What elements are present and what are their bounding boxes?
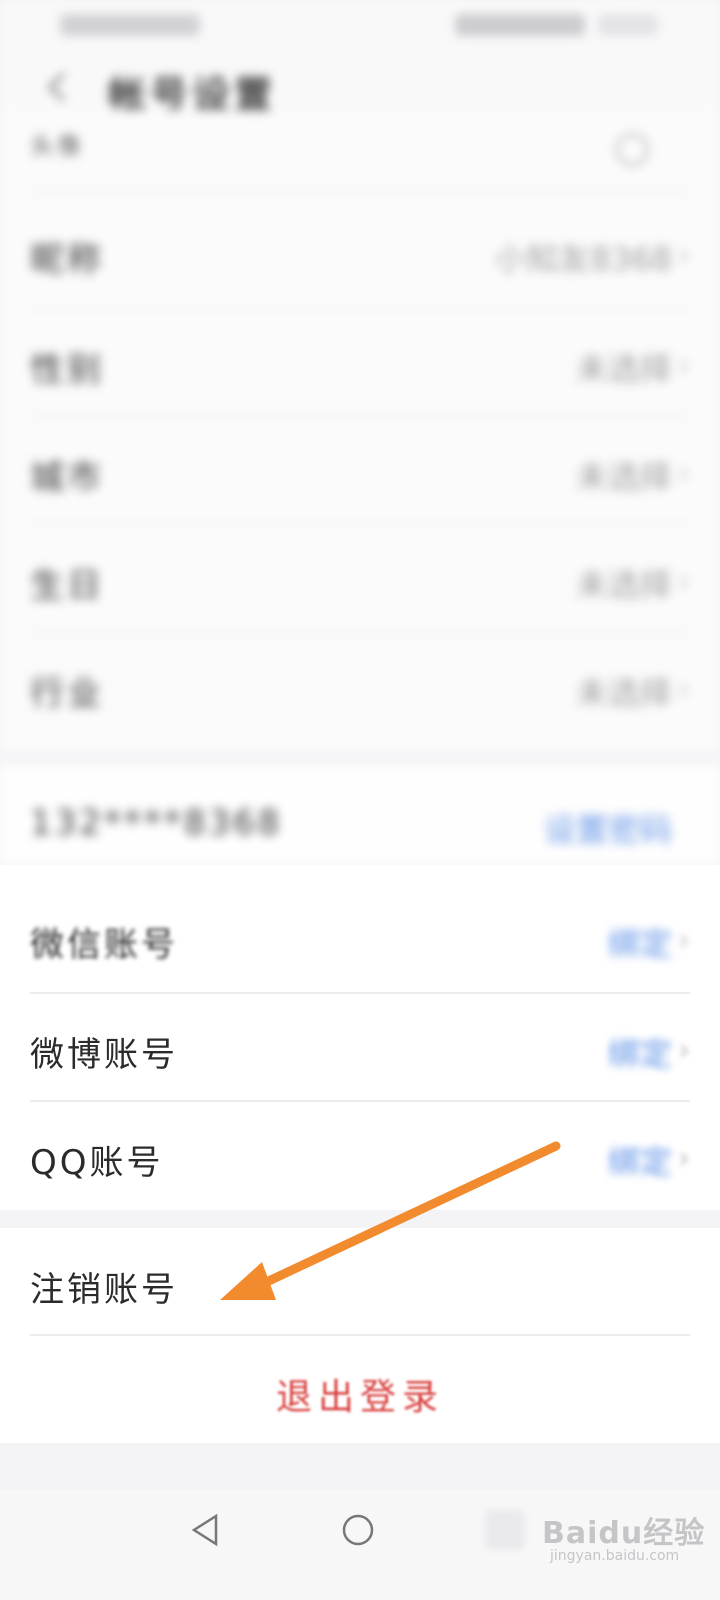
watermark: Baidu经验 jingyan.baidu.com	[542, 1508, 712, 1568]
row-value: 未选择	[575, 674, 672, 712]
row-value: 小知友8368	[494, 240, 672, 278]
divider	[30, 1334, 690, 1336]
divider	[30, 415, 690, 417]
profile-row-birthday[interactable]: 生日 未选择 ›	[30, 558, 690, 608]
chevron-right-icon: ›	[678, 456, 690, 491]
avatar: ◯	[614, 128, 650, 166]
profile-card: 头像 ◯ 昵称 小知友8368 › 性别 未选择 › 城市 未选择 › 生日 未…	[0, 110, 720, 750]
row-label: 生日	[30, 566, 104, 606]
divider	[30, 630, 690, 632]
watermark-url: jingyan.baidu.com	[550, 1548, 680, 1564]
set-password-link[interactable]: 设置密码	[544, 805, 672, 851]
row-label: QQ账号	[30, 1143, 164, 1183]
cancel-account-label: 注销账号	[30, 1270, 178, 1310]
profile-row-nickname[interactable]: 昵称 小知友8368 ›	[30, 232, 690, 282]
battery-icon	[598, 14, 658, 36]
accounts-card: 微信账号 绑定 › 微博账号 绑定 › QQ账号 绑定 ›	[0, 865, 720, 1210]
screen: 帐号设置 头像 ◯ 昵称 小知友8368 › 性别 未选择 › 城市 未选择 ›…	[0, 0, 720, 1600]
divider	[30, 192, 690, 194]
phone-number: 132****8368	[30, 803, 283, 843]
row-label: 微信账号	[30, 925, 178, 965]
status-icons	[455, 14, 585, 36]
profile-row-city[interactable]: 城市 未选择 ›	[30, 450, 690, 500]
bind-link[interactable]: 绑定	[608, 1137, 672, 1183]
account-row-wechat[interactable]: 微信账号 绑定 ›	[30, 917, 690, 967]
chevron-right-icon: ›	[678, 348, 690, 383]
phone-card: 132****8368 设置密码	[0, 765, 720, 865]
bottom-card: 注销账号 退出登录	[0, 1228, 720, 1443]
chevron-right-icon: ›	[678, 1033, 690, 1068]
chevron-right-icon: ›	[678, 238, 690, 273]
cancel-account-row[interactable]: 注销账号	[30, 1262, 690, 1312]
row-value: 未选择	[575, 458, 672, 496]
row-label: 微博账号	[30, 1035, 178, 1075]
account-row-weibo[interactable]: 微博账号 绑定 ›	[30, 1027, 690, 1077]
chevron-right-icon: ›	[678, 1141, 690, 1176]
row-value: 未选择	[575, 566, 672, 604]
signal-icon	[60, 14, 200, 36]
account-row-qq[interactable]: QQ账号 绑定 ›	[30, 1135, 690, 1185]
divider	[30, 1100, 690, 1102]
phone-row[interactable]: 132****8368 设置密码	[30, 803, 690, 853]
nav-recent-icon[interactable]	[485, 1510, 525, 1550]
profile-row-industry[interactable]: 行业 未选择 ›	[30, 666, 690, 716]
row-label: 城市	[30, 458, 104, 498]
watermark-logo: Baidu经验	[542, 1516, 706, 1551]
divider	[30, 992, 690, 994]
row-label: 性别	[30, 350, 104, 390]
row-label: 昵称	[30, 240, 104, 280]
profile-row-gender[interactable]: 性别 未选择 ›	[30, 342, 690, 392]
status-bar	[0, 0, 720, 52]
row-value: 未选择	[575, 350, 672, 388]
nav-back-icon[interactable]	[186, 1510, 226, 1550]
logout-button[interactable]: 退出登录	[0, 1368, 720, 1420]
profile-row-avatar[interactable]: 头像 ◯	[30, 126, 690, 166]
chevron-right-icon: ›	[678, 564, 690, 599]
back-arrow-icon[interactable]	[42, 70, 76, 104]
nav-home-icon[interactable]	[338, 1510, 378, 1550]
bind-link[interactable]: 绑定	[608, 1029, 672, 1075]
chevron-right-icon: ›	[678, 672, 690, 707]
row-label: 头像	[30, 132, 84, 160]
chevron-right-icon: ›	[678, 923, 690, 958]
bind-link[interactable]: 绑定	[608, 919, 672, 965]
divider	[30, 522, 690, 524]
divider	[30, 308, 690, 310]
row-label: 行业	[30, 674, 104, 714]
